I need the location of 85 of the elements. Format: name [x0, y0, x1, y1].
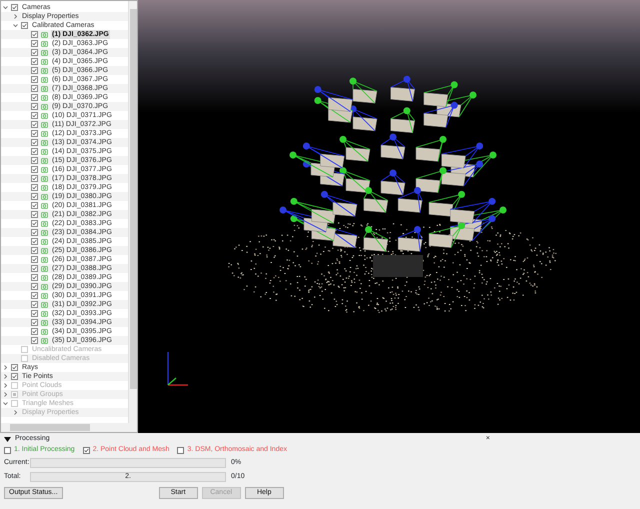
checkbox[interactable]: [31, 310, 38, 317]
camera-icon: [41, 121, 48, 128]
checkbox[interactable]: [31, 229, 38, 236]
expand-icon[interactable]: [3, 374, 8, 379]
horizontal-scrollbar[interactable]: [1, 423, 137, 432]
camera-icon: [41, 211, 48, 218]
camera-icon: [41, 238, 48, 245]
camera-icon: [41, 76, 48, 83]
collapse-icon[interactable]: [4, 437, 11, 442]
camera-icon: [41, 193, 48, 200]
checkbox[interactable]: [31, 175, 38, 182]
camera-icon: [41, 148, 48, 155]
checkbox[interactable]: [31, 202, 38, 209]
checkbox[interactable]: [31, 283, 38, 290]
checkbox[interactable]: [31, 328, 38, 335]
checkbox[interactable]: [31, 49, 38, 56]
camera-icon: [41, 247, 48, 254]
checkbox[interactable]: [31, 130, 38, 137]
camera-icon: [41, 319, 48, 326]
camera-icon: [41, 301, 48, 308]
checkbox[interactable]: [31, 301, 38, 308]
checkbox[interactable]: [31, 193, 38, 200]
camera-icon: [41, 256, 48, 263]
camera-icon: [41, 58, 48, 65]
checkbox[interactable]: [31, 31, 38, 38]
step-checkbox[interactable]: [4, 446, 11, 454]
camera-icon: [41, 67, 48, 74]
checkbox[interactable]: [31, 58, 38, 65]
checkbox[interactable]: [31, 265, 38, 272]
checkbox[interactable]: [31, 148, 38, 155]
checkbox[interactable]: [31, 121, 38, 128]
step-checkbox[interactable]: [177, 446, 184, 454]
expand-icon[interactable]: [13, 14, 18, 19]
camera-icon: [41, 202, 48, 209]
camera-icon: [41, 130, 48, 137]
checkbox[interactable]: [11, 373, 18, 380]
checkbox[interactable]: [31, 247, 38, 254]
expand-icon[interactable]: [3, 365, 8, 370]
checkbox[interactable]: [31, 292, 38, 299]
checkbox[interactable]: [31, 256, 38, 263]
camera-icon: [41, 229, 48, 236]
3d-viewport[interactable]: [138, 0, 640, 433]
camera-icon: [41, 220, 48, 227]
checkbox[interactable]: [31, 139, 38, 146]
checkbox[interactable]: [31, 112, 38, 119]
checkbox[interactable]: [31, 157, 38, 164]
camera-icon: [41, 139, 48, 146]
checkbox[interactable]: [31, 103, 38, 110]
checkbox[interactable]: [31, 85, 38, 92]
camera-icon: [41, 49, 48, 56]
checkbox[interactable]: [31, 94, 38, 101]
camera-icon: [41, 166, 48, 173]
checkbox[interactable]: [31, 319, 38, 326]
checkbox[interactable]: [31, 238, 38, 245]
axis-gizmo-icon: [167, 352, 188, 386]
camera-icon: [41, 283, 48, 290]
checkbox[interactable]: [11, 364, 18, 371]
checkbox[interactable]: [31, 166, 38, 173]
camera-icon: [41, 337, 48, 344]
camera-icon: [41, 274, 48, 281]
checkbox[interactable]: [11, 4, 18, 11]
camera-icon: [41, 310, 48, 317]
checkbox[interactable]: [31, 76, 38, 83]
checkbox[interactable]: [31, 184, 38, 191]
camera-icon: [41, 292, 48, 299]
camera-icon: [41, 31, 48, 38]
step-checkbox[interactable]: [82, 446, 90, 454]
checkbox[interactable]: [21, 22, 28, 29]
checkbox[interactable]: [31, 337, 38, 344]
camera-icon: [41, 103, 48, 110]
camera-icon: [41, 157, 48, 164]
checkbox[interactable]: [31, 40, 38, 47]
camera-icon: [41, 40, 48, 47]
camera-icon: [41, 175, 48, 182]
checkbox[interactable]: [31, 274, 38, 281]
camera-icon: [41, 328, 48, 335]
camera-icon: [41, 112, 48, 119]
camera-icon: [41, 94, 48, 101]
checkbox[interactable]: [31, 211, 38, 218]
camera-icon: [41, 184, 48, 191]
camera-icon: [41, 85, 48, 92]
vertical-scrollbar[interactable]: [128, 1, 137, 423]
checkbox[interactable]: [31, 67, 38, 74]
camera-icon: [41, 265, 48, 272]
checkbox[interactable]: [31, 220, 38, 227]
